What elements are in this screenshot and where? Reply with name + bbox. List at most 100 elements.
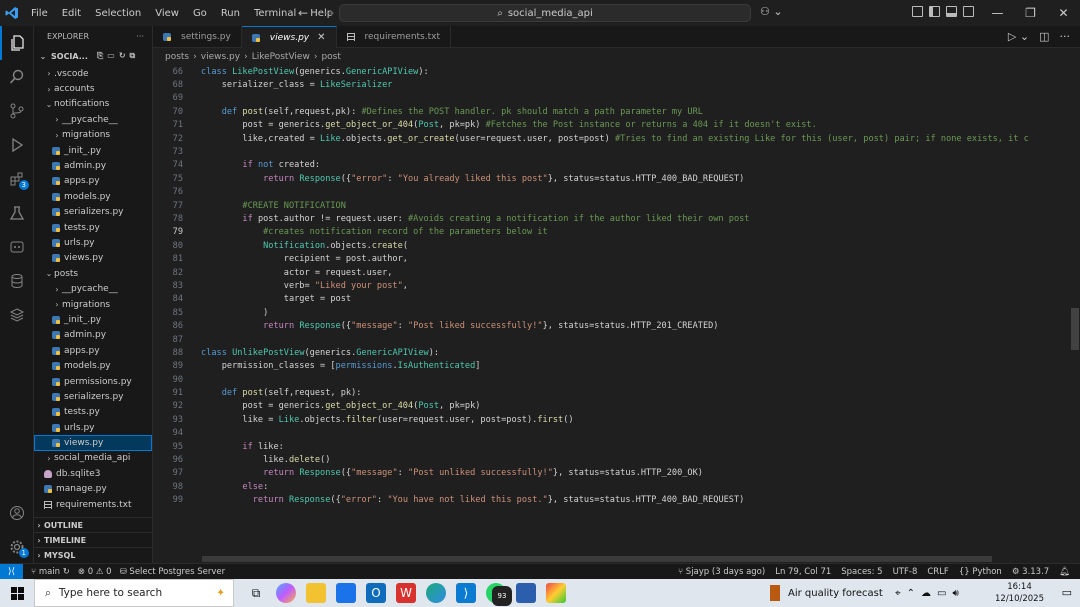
tab-views-py[interactable]: views.py ✕ — [241, 26, 337, 48]
app-icon-blue[interactable] — [516, 583, 536, 603]
new-file-icon[interactable]: ⎘ — [97, 51, 103, 61]
file-item[interactable]: urls.py — [34, 420, 152, 435]
forward-arrow-icon[interactable]: → — [324, 6, 334, 20]
project-root[interactable]: ⌄ SOCIA... ⎘ ▭ ↻ ⧉ — [34, 46, 152, 66]
run-debug-icon[interactable] — [0, 128, 34, 162]
problems-item[interactable]: ⊗ 0 ⚠ 0 — [78, 567, 112, 577]
python-version[interactable]: ⚙ 3.13.7 — [1012, 567, 1049, 577]
folder-item[interactable]: › migrations — [34, 297, 152, 312]
minimize-icon[interactable]: — — [981, 0, 1014, 26]
remote-icon[interactable]: ⟩⟨ — [0, 563, 23, 580]
close-tab-icon[interactable]: ✕ — [317, 32, 325, 43]
refresh-icon[interactable]: ↻ — [119, 51, 126, 61]
tab-requirements-txt[interactable]: requirements.txt — [337, 26, 451, 48]
code-line[interactable]: 82 actor = request.user, — [153, 266, 1080, 279]
command-center-search[interactable]: ⌕ social_media_api — [339, 4, 751, 22]
testing-icon[interactable] — [0, 196, 34, 230]
chevron-up-icon[interactable]: ⌃ — [907, 588, 915, 599]
menu-item-run[interactable]: Run — [221, 8, 240, 19]
code-editor[interactable]: 66 class LikePostView(generics.GenericAPI… — [153, 65, 1080, 552]
clock[interactable]: 16:14 12/10/2025 — [995, 581, 1044, 605]
folder-item[interactable]: › social_media_api — [34, 451, 152, 466]
store-icon[interactable] — [336, 583, 356, 603]
file-item[interactable]: tests.py — [34, 405, 152, 420]
code-line[interactable]: 69 — [153, 92, 1080, 105]
tab-settings-py[interactable]: settings.py — [153, 26, 242, 48]
timeline-section[interactable]: › TIMELINE — [34, 532, 153, 547]
menu-item-edit[interactable]: Edit — [62, 8, 81, 19]
account-icon[interactable] — [0, 496, 34, 530]
mysql-section[interactable]: › MYSQL — [34, 547, 153, 562]
folder-item[interactable]: ⌄ posts — [34, 266, 152, 281]
line-ending[interactable]: CRLF — [927, 567, 948, 577]
outlook-icon[interactable]: O — [366, 583, 386, 603]
folder-item[interactable]: ⌄ notifications — [34, 97, 152, 112]
menu-item-go[interactable]: Go — [193, 8, 207, 19]
file-item[interactable]: manage.py — [34, 482, 152, 497]
menu-item-file[interactable]: File — [31, 8, 48, 19]
start-button[interactable] — [0, 579, 34, 607]
github-icon[interactable] — [0, 230, 34, 264]
layout-customize-icon[interactable] — [912, 6, 923, 17]
new-folder-icon[interactable]: ▭ — [107, 51, 115, 61]
code-line[interactable]: 76 — [153, 186, 1080, 199]
notifications-bell-icon[interactable]: 🔔︎ — [1059, 567, 1070, 577]
task-view-icon[interactable]: ⧉ — [246, 583, 266, 603]
weather-widget[interactable]: Air quality forecast — [770, 579, 883, 607]
code-line[interactable]: 68 serializer_class = LikeSerializer — [153, 78, 1080, 91]
collapse-all-icon[interactable]: ⧉ — [130, 51, 136, 61]
file-explorer-icon[interactable] — [306, 583, 326, 603]
code-line[interactable]: 95 if like: — [153, 440, 1080, 453]
vertical-scrollbar[interactable] — [1071, 308, 1079, 350]
database-icon[interactable] — [0, 264, 34, 298]
file-item[interactable]: admin.py — [34, 158, 152, 173]
cursor-position[interactable]: Ln 79, Col 71 — [775, 567, 831, 577]
code-line[interactable]: 83 verb= "Liked your post", — [153, 279, 1080, 292]
onedrive-icon[interactable]: ☁ — [921, 588, 931, 599]
file-item[interactable]: serializers.py — [34, 389, 152, 404]
more-editor-actions-icon[interactable]: ··· — [1060, 30, 1071, 43]
app-icon-colorful[interactable] — [546, 583, 566, 603]
code-line[interactable]: 97 return Response({"message": "Post unl… — [153, 467, 1080, 480]
breadcrumb-item[interactable]: post — [321, 52, 340, 62]
restore-icon[interactable]: ❐ — [1014, 0, 1047, 26]
wps-icon[interactable]: W — [396, 583, 416, 603]
extensions-icon[interactable]: 3 — [0, 162, 34, 196]
layers-icon[interactable] — [0, 298, 34, 332]
file-item[interactable]: _init_.py — [34, 312, 152, 327]
run-file-icon[interactable]: ▷ ⌄ — [1008, 30, 1029, 43]
volume-icon[interactable]: 🔊︎ — [952, 588, 958, 599]
code-line[interactable]: 80 Notification.objects.create( — [153, 239, 1080, 252]
folder-item[interactable]: › .vscode — [34, 66, 152, 81]
language-mode[interactable]: {} Python — [959, 567, 1002, 577]
menu-item-view[interactable]: View — [155, 8, 179, 19]
code-line[interactable]: 90 — [153, 373, 1080, 386]
blame-item[interactable]: ⑂ Sjayp (3 days ago) — [678, 567, 765, 577]
edge-icon[interactable] — [426, 583, 446, 603]
branch-item[interactable]: ⑂ main ↻ — [31, 567, 70, 577]
code-line[interactable]: 81 recipient = post.author, — [153, 252, 1080, 265]
code-line[interactable]: 84 target = post — [153, 293, 1080, 306]
more-actions-icon[interactable]: ··· — [136, 32, 144, 41]
network-icon[interactable]: ▭ — [937, 588, 946, 599]
code-line[interactable]: 71 post = generics.get_object_or_404(Pos… — [153, 119, 1080, 132]
toggle-primary-sidebar-icon[interactable] — [929, 6, 940, 17]
back-arrow-icon[interactable]: ← — [298, 6, 308, 20]
whatsapp-icon[interactable]: 93 — [486, 583, 512, 606]
outline-section[interactable]: › OUTLINE — [34, 517, 153, 532]
file-item[interactable]: tests.py — [34, 220, 152, 235]
folder-item[interactable]: › __pycache__ — [34, 112, 152, 127]
file-item[interactable]: _init_.py — [34, 143, 152, 158]
source-control-icon[interactable] — [0, 94, 34, 128]
copilot-app-icon[interactable] — [276, 583, 296, 603]
split-editor-icon[interactable]: ◫ — [1039, 30, 1049, 43]
file-item[interactable]: serializers.py — [34, 205, 152, 220]
code-line[interactable]: 72 like,created = Like.objects.get_or_cr… — [153, 132, 1080, 145]
location-icon[interactable]: ⌖ — [895, 588, 901, 599]
encoding[interactable]: UTF-8 — [893, 567, 918, 577]
copilot-icon[interactable]: ⚇ ⌄ — [760, 5, 783, 18]
code-line[interactable]: 77 #CREATE NOTIFICATION — [153, 199, 1080, 212]
breadcrumb-item[interactable]: LikePostView — [252, 52, 310, 62]
menu-item-selection[interactable]: Selection — [95, 8, 141, 19]
horizontal-scrollbar[interactable] — [202, 556, 992, 562]
